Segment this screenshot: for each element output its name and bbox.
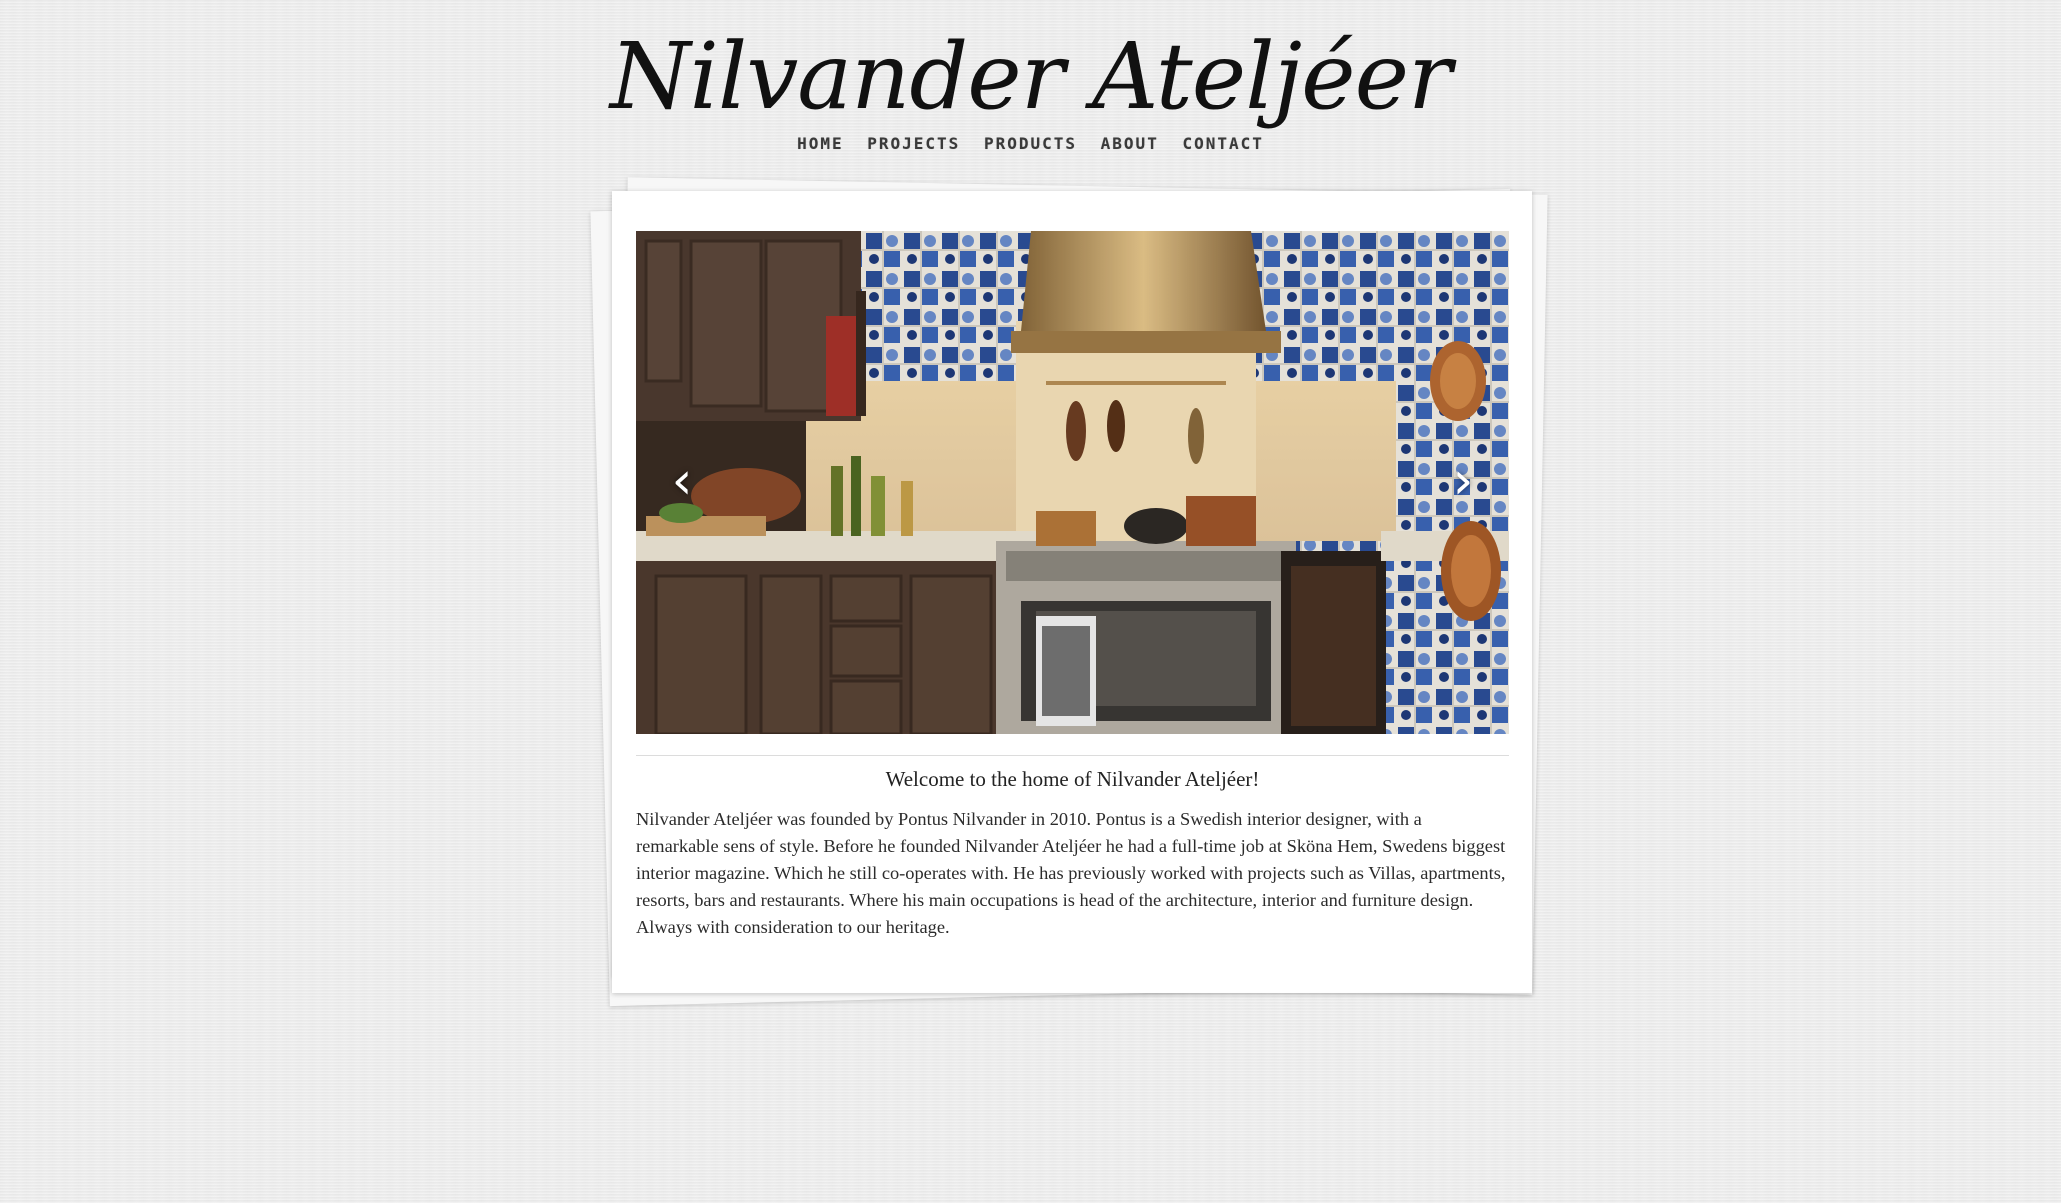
nav-item-products[interactable]: PRODUCTS [984, 134, 1077, 153]
nav-item-projects[interactable]: PROJECTS [867, 134, 960, 153]
nav-item-about[interactable]: ABOUT [1101, 134, 1159, 153]
nav-item-home[interactable]: HOME [797, 134, 844, 153]
kitchen-slide-image [636, 231, 1509, 734]
welcome-heading: Welcome to the home of Nilvander Ateljée… [885, 767, 1260, 791]
image-slider[interactable]: ‹ › [636, 231, 1509, 734]
content-divider [636, 755, 1509, 756]
chevron-left-icon[interactable]: ‹ [662, 455, 702, 507]
content-card: ‹ › Welcome to the home of Nilvander Ate… [612, 191, 1532, 993]
chevron-right-icon[interactable]: › [1443, 455, 1483, 507]
main-nav: HOME PROJECTS PRODUCTS ABOUT CONTACT [0, 134, 2061, 153]
intro-paragraph: Nilvander Ateljéer was founded by Pontus… [636, 809, 1506, 937]
nav-item-contact[interactable]: CONTACT [1182, 134, 1263, 153]
site-logo-title[interactable]: Nilvander Ateljéer [0, 22, 2061, 132]
